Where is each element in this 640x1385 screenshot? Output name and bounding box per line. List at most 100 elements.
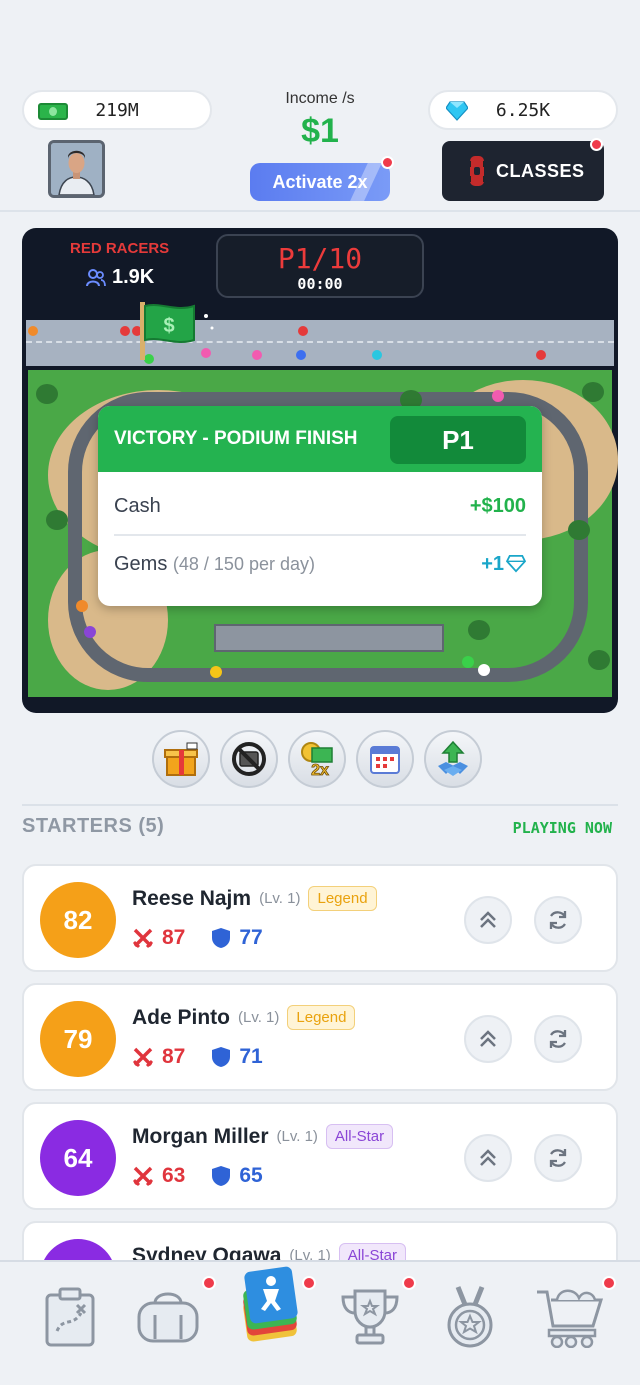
team-fans-value: 1.9K <box>112 266 155 288</box>
defense-value: 71 <box>239 1045 263 1068</box>
race-car-icon <box>467 156 487 186</box>
tier-badge: All-Star <box>325 1124 394 1149</box>
shield-icon <box>212 1166 231 1186</box>
reward-gems-limit: (48 / 150 per day) <box>172 553 315 574</box>
player-name: Reese Najm <box>132 886 252 910</box>
shield-icon <box>212 1047 231 1067</box>
attack-icon <box>132 928 154 949</box>
player-card[interactable]: 79 Ade Pinto (Lv. 1) Legend 87 71 <box>22 983 618 1091</box>
calendar-icon <box>370 746 400 774</box>
victory-title: VICTORY - PODIUM FINISH <box>114 428 358 449</box>
gift-icon <box>164 742 198 776</box>
gift-button[interactable] <box>152 730 210 788</box>
refresh-icon <box>549 1030 567 1048</box>
racer-marker <box>372 350 382 360</box>
svg-text:2x: 2x <box>311 762 329 778</box>
tier-badge: Legend <box>308 886 377 911</box>
upgrade-button[interactable] <box>464 1015 512 1063</box>
refresh-icon <box>549 1149 567 1167</box>
upgrade-button[interactable] <box>464 896 512 944</box>
defense-value: 77 <box>239 926 263 949</box>
player-level: (Lv. 1) <box>238 1009 280 1026</box>
gem-balance[interactable]: 6.25K <box>428 90 618 130</box>
grandstand <box>214 624 444 652</box>
clipboard-icon <box>45 1287 95 1347</box>
racer-marker <box>296 350 306 360</box>
activate-2x-button[interactable]: Activate 2x <box>250 163 390 201</box>
swap-button[interactable] <box>534 1134 582 1182</box>
racer-marker <box>252 350 262 360</box>
swap-button[interactable] <box>534 896 582 944</box>
nav-tactics[interactable] <box>30 1280 110 1354</box>
player-rating: 64 <box>40 1120 116 1196</box>
team-fans: 1.9K <box>86 266 154 289</box>
nav-trophy[interactable] <box>330 1280 410 1354</box>
nav-bag[interactable] <box>128 1280 208 1354</box>
action-buttons: 2x <box>152 730 492 788</box>
bag-icon <box>137 1292 199 1343</box>
racer-marker <box>120 326 130 336</box>
player-level: (Lv. 1) <box>276 1128 318 1145</box>
upgrade-button[interactable] <box>464 1134 512 1182</box>
reward-cash-value: +$100 <box>469 494 526 517</box>
victory-position: P1 <box>390 416 526 464</box>
race-position: P1/10 <box>277 242 363 275</box>
player-name: Ade Pinto <box>132 1005 230 1029</box>
reward-gems-row: Gems (48 / 150 per day) +1 <box>114 536 526 592</box>
nav-medals[interactable] <box>430 1280 510 1354</box>
gem-icon <box>506 555 526 573</box>
cards-icon <box>243 1266 298 1342</box>
racer-marker <box>536 350 546 360</box>
nav-cards[interactable] <box>232 1266 312 1342</box>
users-icon <box>86 268 106 286</box>
trophy-icon <box>341 1289 399 1345</box>
double-chevron-up-icon <box>480 911 496 928</box>
race-position-box: P1/10 00:00 <box>216 234 424 298</box>
victory-card: VICTORY - PODIUM FINISH P1 Cash +$100 Ge… <box>98 406 542 606</box>
reward-gems-value: +1 <box>481 552 504 575</box>
victory-header: VICTORY - PODIUM FINISH P1 <box>98 406 542 472</box>
no-ads-button[interactable] <box>220 730 278 788</box>
player-card[interactable]: 64 Morgan Miller (Lv. 1) All-Star 63 65 <box>22 1102 618 1210</box>
cash-balance[interactable]: 219M <box>22 90 212 130</box>
attack-value: 87 <box>162 1045 186 1068</box>
defense-value: 65 <box>239 1164 263 1187</box>
team-name: RED RACERS <box>70 240 170 257</box>
double-chevron-up-icon <box>480 1030 496 1047</box>
double-cash-icon: 2x <box>301 742 333 778</box>
reward-gems-label: Gems <box>114 552 168 575</box>
income-value: $1 <box>301 112 339 150</box>
bottom-nav <box>0 1260 640 1385</box>
player-rating: 79 <box>40 1001 116 1077</box>
attack-value: 63 <box>162 1164 186 1187</box>
player-card[interactable]: 82 Reese Najm (Lv. 1) Legend 87 77 <box>22 864 618 972</box>
tier-badge: Legend <box>287 1005 356 1030</box>
race-timer: 00:00 <box>297 275 343 293</box>
notification-dot <box>381 156 394 169</box>
player-level: (Lv. 1) <box>259 890 301 907</box>
no-ads-icon <box>232 742 266 776</box>
top-header: 219M Income /s $1 6.25K Activate 2x CLAS… <box>0 0 640 212</box>
gem-boost-button[interactable] <box>424 730 482 788</box>
svg-text:$: $ <box>163 315 174 337</box>
notification-dot <box>202 1276 216 1290</box>
nav-shop[interactable] <box>530 1280 610 1354</box>
swap-button[interactable] <box>534 1015 582 1063</box>
shield-icon <box>212 928 231 948</box>
attack-value: 87 <box>162 926 186 949</box>
driver-avatar-icon <box>51 143 102 195</box>
gem-boost-icon <box>438 740 468 776</box>
player-rating: 82 <box>40 882 116 958</box>
reward-cash-row: Cash +$100 <box>114 478 526 534</box>
racer-marker <box>28 326 38 336</box>
classes-button[interactable]: CLASSES <box>442 141 604 201</box>
reward-cash-label: Cash <box>114 494 161 517</box>
cart-icon <box>537 1289 604 1348</box>
gem-value: 6.25K <box>495 99 551 121</box>
double-cash-button[interactable]: 2x <box>288 730 346 788</box>
income-label: Income /s <box>285 90 355 107</box>
avatar[interactable] <box>48 140 105 198</box>
medal-icon <box>447 1286 493 1348</box>
racer-marker <box>298 326 308 336</box>
calendar-button[interactable] <box>356 730 414 788</box>
